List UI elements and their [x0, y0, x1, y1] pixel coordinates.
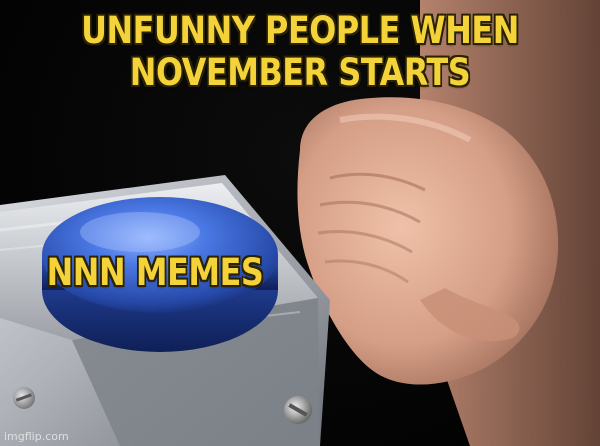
top-caption: UNFUNNY PEOPLE WHEN NOVEMBER STARTS	[42, 10, 558, 94]
top-caption-line-1: UNFUNNY PEOPLE WHEN	[81, 9, 519, 52]
top-caption-line-2: NOVEMBER STARTS	[129, 51, 471, 94]
meme-image: UNFUNNY PEOPLE WHEN NOVEMBER STARTS NNN …	[0, 0, 600, 446]
push-button-icon	[0, 175, 330, 446]
button-caption: NNN MEMES	[46, 251, 264, 294]
imgflip-watermark: imgflip.com	[4, 430, 69, 443]
